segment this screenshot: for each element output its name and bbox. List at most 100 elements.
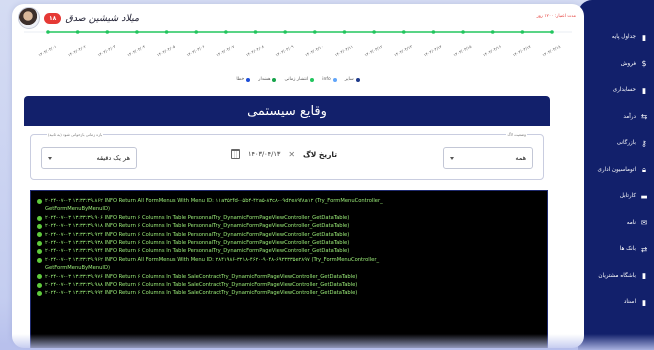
sidebar-item[interactable]: 🔒︎ اتوماسیون اداری	[578, 157, 654, 184]
log-status-icon	[37, 198, 42, 204]
legend-label: انتشار زمانی	[284, 77, 309, 82]
events-title: وقایع سیستمی	[24, 96, 550, 126]
sidebar-item[interactable]: ▬ کارتابل	[578, 183, 654, 210]
data-point	[105, 30, 110, 34]
chart-legend: سایر info انتشار زمانی هشدار خطا	[12, 77, 584, 82]
log-level-label: وضعیت لاگ	[506, 132, 527, 137]
sidebar-item[interactable]: ▮ اسناد	[578, 289, 654, 316]
filter-box: بازه زمانی بازخوانی شود (به ثانیه) هر یک…	[30, 132, 544, 180]
log-text: GetFormMenuByMenuID)	[45, 206, 110, 213]
log-text: ۲۰۲۴-۰۷-۰۳ ۱۳:۳۳:۳۹.۸۶۲ INFO Return All …	[45, 198, 383, 204]
date-filter[interactable]: ۱۴۰۳/۰۴/۱۳ ✕ تاریخ لاگ	[231, 149, 337, 159]
log-line: ۲۰۲۴-۰۷-۰۳ ۱۳:۳۳:۳۹.۹۱۸ INFO Return ۶ Co…	[37, 222, 543, 230]
log-status-icon	[37, 291, 42, 297]
x-tick-label: ۱۴۰۳/۰۴/۱۷	[512, 43, 533, 57]
x-tick-label: ۱۴۰۳/۰۴/۰۶	[186, 44, 206, 58]
sidebar-item[interactable]: ▮ باشگاه مشتریان	[578, 263, 654, 290]
data-point	[461, 30, 465, 34]
log-line: ۲۰۲۴-۰۷-۰۳ ۱۳:۳۳:۳۹.۹۲۴ INFO Return ۶ Co…	[37, 231, 543, 239]
x-tick-label: ۱۴۰۳/۰۴/۰۳	[97, 43, 118, 57]
income-icon: ⇆	[640, 112, 648, 122]
log-console[interactable]: ۲۰۲۴-۰۷-۰۳ ۱۳:۳۳:۳۹.۸۶۲ INFO Return All …	[30, 190, 548, 348]
sidebar-item-label: جداول پایه	[611, 34, 636, 41]
sidebar-item-label: بانک ها	[619, 246, 636, 253]
calendar-icon[interactable]	[231, 149, 240, 159]
x-tick-label: ۱۴۰۳/۰۴/۱۴	[423, 44, 443, 58]
sidebar-item[interactable]: ▮ جداول پایه	[578, 24, 654, 51]
legend-item[interactable]: انتشار زمانی	[284, 77, 315, 82]
log-line: ۲۰۲۴-۰۷-۰۳ ۱۳:۳۳:۳۹.۹۹۴ INFO Return ۶ Co…	[37, 289, 543, 297]
mail-icon: ✉	[640, 218, 648, 228]
data-point	[135, 30, 139, 34]
refresh-interval-select[interactable]: هر یک دقیقه	[41, 147, 137, 169]
log-text: ۲۰۲۴-۰۷-۰۳ ۱۳:۳۳:۳۹.۹۸۸ INFO Return ۶ Co…	[45, 282, 358, 289]
legend-marker	[272, 77, 277, 82]
legend-marker	[332, 77, 337, 82]
sidebar-item-label: نامه	[626, 219, 636, 226]
log-line: ۲۰۲۴-۰۷-۰۳ ۱۳:۳۳:۳۹.۹۶۲ INFO Return All …	[37, 256, 543, 264]
sidebar-item[interactable]: ✉ نامه	[578, 210, 654, 237]
legend-label: هشدار	[258, 77, 271, 82]
legend-item[interactable]: سایر	[345, 77, 360, 82]
data-point	[372, 30, 376, 34]
sidebar-item-label: باشگاه مشتریان	[598, 272, 636, 279]
x-tick-label: ۱۴۰۳/۰۴/۰۹	[275, 44, 295, 58]
date-label: تاریخ لاگ	[303, 149, 338, 159]
legend-item[interactable]: خطا	[236, 77, 251, 82]
legend-marker	[310, 77, 315, 82]
folder-icon: ▬	[640, 191, 648, 201]
log-status-icon	[37, 223, 42, 229]
log-line-continuation: GetFormMenuByMenuID)	[37, 205, 543, 213]
log-line: ۲۰۲۴-۰۷-۰۳ ۱۳:۳۳:۳۹.۸۶۲ INFO Return All …	[37, 197, 543, 205]
x-tick-label: ۱۴۰۳/۰۴/۰۵	[156, 44, 176, 58]
x-tick-label: ۱۴۰۳/۰۴/۰۱	[37, 44, 57, 58]
lock-icon: 🔒︎	[642, 164, 646, 174]
sidebar-item-label: اسناد	[623, 299, 636, 306]
log-text: ۲۰۲۴-۰۷-۰۳ ۱۳:۳۳:۳۹.۹۰۶ INFO Return ۶ Co…	[45, 214, 350, 221]
log-status-icon	[37, 282, 42, 288]
key-icon: ⚷	[641, 138, 647, 148]
legend-marker	[355, 77, 360, 82]
log-text: ۲۰۲۴-۰۷-۰۳ ۱۳:۳۳:۳۹.۹۴۴ INFO Return ۶ Co…	[45, 248, 350, 255]
log-line: ۲۰۲۴-۰۷-۰۳ ۱۳:۳۳:۳۹.۹۷۶ INFO Return ۶ Co…	[37, 273, 543, 281]
x-tick-label: ۱۴۰۳/۰۴/۱۱	[334, 44, 354, 58]
log-status-icon	[37, 274, 42, 280]
main-panel: ۱۸ میلاد شیشین صدق مدت اعتبار: ۱۲۰۰ روز …	[12, 4, 584, 348]
sidebar-item[interactable]: ⚷ بازرگانی	[578, 130, 654, 157]
log-line: ۲۰۲۴-۰۷-۰۳ ۱۳:۳۳:۳۹.۹۴۴ INFO Return ۶ Co…	[37, 247, 543, 255]
x-tick-label: ۱۴۰۳/۰۴/۱۳	[393, 43, 414, 57]
legend-item[interactable]: info	[322, 77, 337, 82]
x-tick-label: ۱۴۰۳/۰۴/۰۸	[245, 43, 266, 57]
log-level-select[interactable]: همه	[443, 147, 533, 169]
log-line: ۲۰۲۴-۰۷-۰۳ ۱۳:۳۳:۳۹.۹۰۶ INFO Return ۶ Co…	[37, 214, 543, 222]
date-value[interactable]: ۱۴۰۳/۰۴/۱۳	[248, 150, 280, 158]
data-point	[224, 30, 228, 34]
sidebar-item[interactable]: ⇆ درآمد	[578, 104, 654, 131]
x-tick-label: ۱۴۰۳/۰۴/۰۴	[126, 44, 146, 58]
sidebar-item-label: کارتابل	[619, 193, 636, 200]
log-status-icon	[37, 257, 42, 263]
x-tick-label: ۱۴۰۳/۰۴/۱۵	[452, 44, 472, 58]
sidebar-item[interactable]: ⇄ بانک ها	[578, 236, 654, 263]
log-line-continuation: GetFormMenuByMenuID)	[37, 264, 543, 272]
data-point	[46, 30, 50, 34]
log-status-icon	[37, 240, 42, 246]
legend-label: خطا	[236, 77, 245, 82]
dollar-icon: $	[641, 59, 647, 69]
data-point	[253, 30, 258, 34]
x-tick-label: ۱۴۰۳/۰۴/۱۰	[304, 44, 324, 58]
log-status-icon	[37, 215, 42, 221]
sidebar-item[interactable]: ▮ حسابداری	[578, 77, 654, 104]
legend-item[interactable]: هشدار	[258, 77, 277, 82]
legend-label: سایر	[344, 77, 354, 82]
data-point	[283, 30, 287, 34]
log-status-icon	[37, 232, 42, 238]
data-point	[313, 30, 317, 34]
clear-date-icon[interactable]: ✕	[288, 150, 295, 159]
sidebar-item-label: فروش	[620, 60, 636, 67]
log-text: ۲۰۲۴-۰۷-۰۳ ۱۳:۳۳:۳۹.۹۷۶ INFO Return ۶ Co…	[45, 273, 358, 280]
sidebar-item[interactable]: $ فروش	[578, 51, 654, 78]
legend-marker	[246, 77, 251, 82]
log-text: ۲۰۲۴-۰۷-۰۳ ۱۳:۳۳:۳۹.۹۹۴ INFO Return ۶ Co…	[45, 290, 358, 297]
log-text: ۲۰۲۴-۰۷-۰۳ ۱۳:۳۳:۳۹.۹۶۲ INFO Return All …	[45, 256, 380, 263]
